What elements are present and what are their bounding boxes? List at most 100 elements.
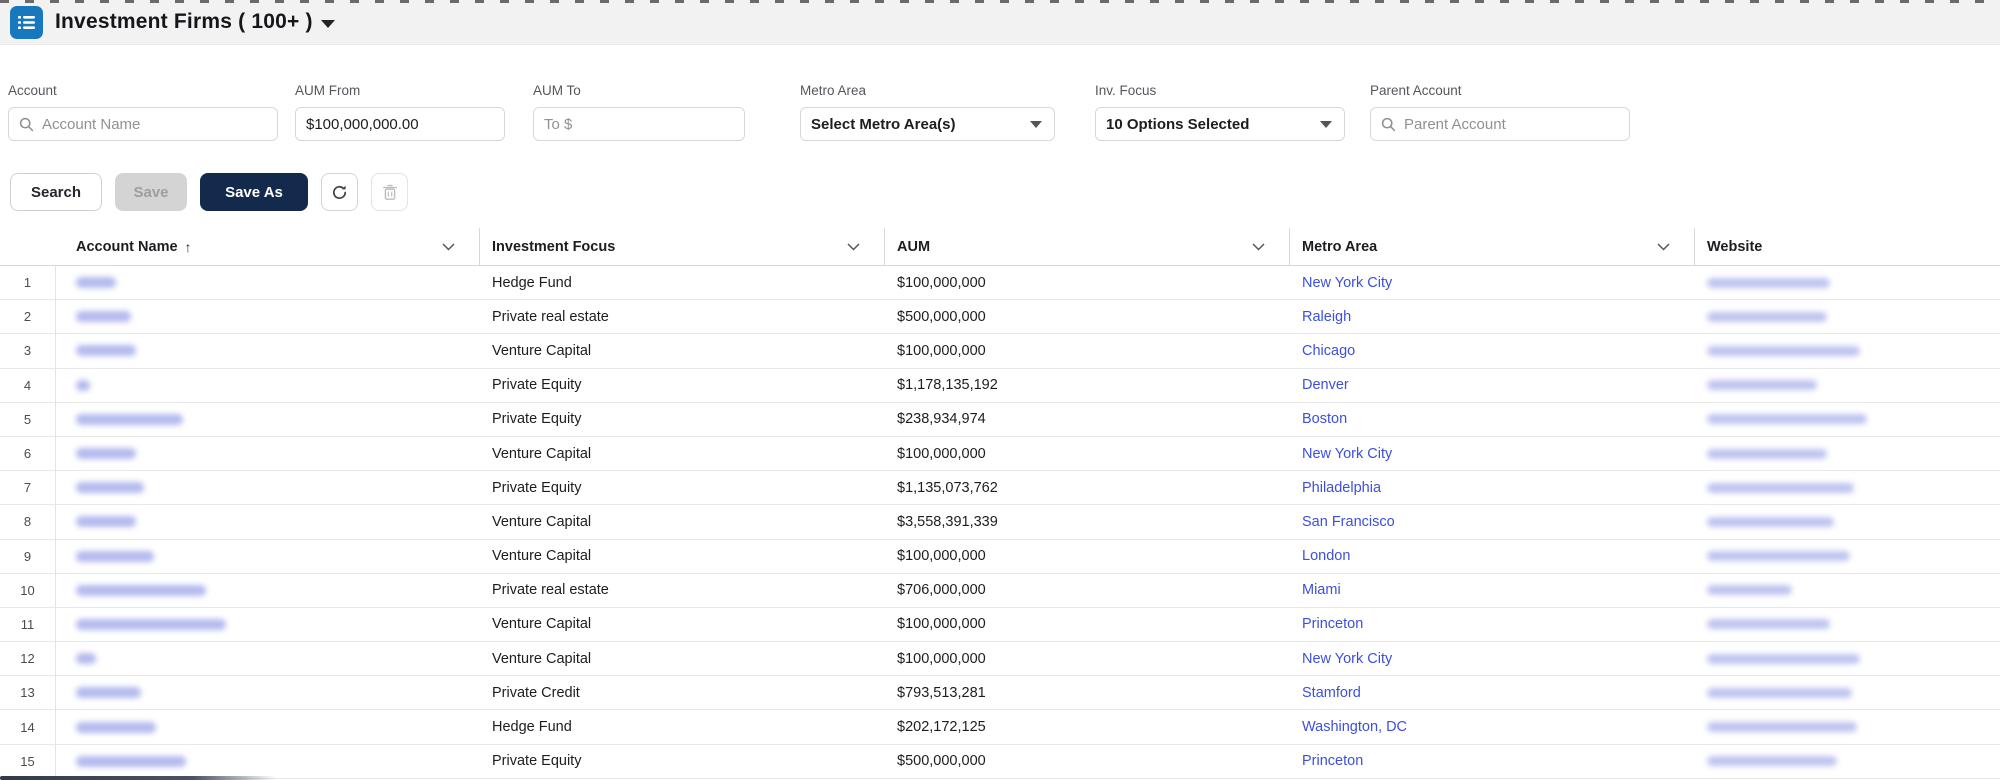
aum-from-field[interactable] [295,107,505,141]
save-as-button[interactable]: Save As [200,173,308,211]
account-name-redacted[interactable] [76,516,136,528]
cell-account-name[interactable] [56,608,480,643]
metro-area-link[interactable]: Princeton [1302,753,1363,769]
cell-website[interactable] [1695,300,2000,335]
account-name-redacted[interactable] [76,755,186,767]
website-redacted[interactable] [1707,756,1837,767]
account-name-redacted[interactable] [76,653,96,665]
cell-website[interactable] [1695,710,2000,745]
cell-website[interactable] [1695,266,2000,301]
search-button[interactable]: Search [10,173,102,211]
metro-area-select[interactable]: Select Metro Area(s) [800,107,1055,141]
cell-website[interactable] [1695,608,2000,643]
website-redacted[interactable] [1707,653,1860,664]
column-header-website[interactable]: Website [1695,228,2000,265]
account-name-redacted[interactable] [76,379,90,391]
website-redacted[interactable] [1707,687,1852,698]
metro-area-link[interactable]: Washington, DC [1302,719,1407,735]
metro-area-link[interactable]: Stamford [1302,685,1361,701]
cell-account-name[interactable] [56,676,480,711]
account-name-redacted[interactable] [76,482,144,494]
refresh-button[interactable] [321,173,358,211]
list-view-selector[interactable]: Investment Firms ( 100+ ) [55,10,335,34]
metro-area-link[interactable]: New York City [1302,275,1392,291]
column-header-aum[interactable]: AUM [885,228,1290,265]
account-name-redacted[interactable] [76,550,154,562]
cell-website[interactable] [1695,471,2000,506]
website-redacted[interactable] [1707,619,1830,630]
aum-to-field[interactable] [533,107,745,141]
website-redacted[interactable] [1707,414,1867,425]
cell-account-name[interactable] [56,266,480,301]
website-redacted[interactable] [1707,277,1830,288]
chevron-down-icon[interactable] [442,242,455,251]
cell-website[interactable] [1695,505,2000,540]
cell-account-name[interactable] [56,710,480,745]
inv-focus-select[interactable]: 10 Options Selected [1095,107,1345,141]
metro-area-link[interactable]: Raleigh [1302,309,1351,325]
cell-website[interactable] [1695,369,2000,403]
cell-website[interactable] [1695,676,2000,711]
account-name-redacted[interactable] [76,345,136,357]
aum-from-input[interactable] [306,115,494,133]
metro-area-link[interactable]: London [1302,548,1350,564]
cell-website[interactable] [1695,574,2000,608]
metro-area-link[interactable]: Philadelphia [1302,480,1381,496]
account-name-redacted[interactable] [76,618,226,630]
website-redacted[interactable] [1707,311,1827,322]
website-redacted[interactable] [1707,448,1827,459]
cell-account-name[interactable] [56,300,480,335]
cell-investment-focus: Venture Capital [480,608,885,643]
cell-website[interactable] [1695,334,2000,369]
account-name-redacted[interactable] [76,721,156,733]
cell-account-name[interactable] [56,505,480,540]
column-header-investment-focus[interactable]: Investment Focus [480,228,885,265]
metro-area-link[interactable]: New York City [1302,651,1392,667]
cell-account-name[interactable] [56,369,480,403]
cell-account-name[interactable] [56,334,480,369]
cell-website[interactable] [1695,540,2000,574]
cell-account-name[interactable] [56,642,480,677]
metro-area-link[interactable]: Chicago [1302,343,1355,359]
chevron-down-icon[interactable] [847,242,860,251]
cell-account-name[interactable] [56,403,480,437]
account-name-redacted[interactable] [76,584,206,596]
cell-website[interactable] [1695,403,2000,437]
cell-website[interactable] [1695,437,2000,472]
website-redacted[interactable] [1707,551,1850,562]
parent-account-search-input[interactable] [1404,115,1619,133]
cell-account-name[interactable] [56,471,480,506]
cell-account-name[interactable] [56,437,480,472]
cell-website[interactable] [1695,642,2000,677]
website-redacted[interactable] [1707,516,1834,527]
account-search-field[interactable] [8,107,278,141]
horizontal-scrollbar[interactable] [0,776,276,780]
account-search-input[interactable] [42,115,267,133]
account-name-redacted[interactable] [76,413,183,425]
website-redacted[interactable] [1707,345,1860,356]
metro-area-link[interactable]: Miami [1302,582,1341,598]
column-header-account-name[interactable]: Account Name ↑ [56,228,480,265]
aum-to-input[interactable] [544,115,734,133]
chevron-down-icon[interactable] [1657,242,1670,251]
metro-area-link[interactable]: Denver [1302,377,1349,393]
parent-account-search-field[interactable] [1370,107,1630,141]
chevron-down-icon[interactable] [1252,242,1265,251]
metro-area-link[interactable]: Princeton [1302,616,1363,632]
website-redacted[interactable] [1707,380,1817,391]
account-name-redacted[interactable] [76,448,136,460]
cell-account-name[interactable] [56,574,480,608]
metro-area-link[interactable]: San Francisco [1302,514,1395,530]
account-name-redacted[interactable] [76,277,116,289]
metro-area-link[interactable]: Boston [1302,411,1347,427]
cell-account-name[interactable] [56,540,480,574]
website-redacted[interactable] [1707,585,1792,596]
account-name-redacted[interactable] [76,311,131,323]
cell-account-name[interactable] [56,745,480,779]
website-redacted[interactable] [1707,482,1854,493]
cell-website[interactable] [1695,745,2000,779]
metro-area-link[interactable]: New York City [1302,446,1392,462]
column-header-metro-area[interactable]: Metro Area [1290,228,1695,265]
website-redacted[interactable] [1707,722,1857,733]
account-name-redacted[interactable] [76,687,141,699]
